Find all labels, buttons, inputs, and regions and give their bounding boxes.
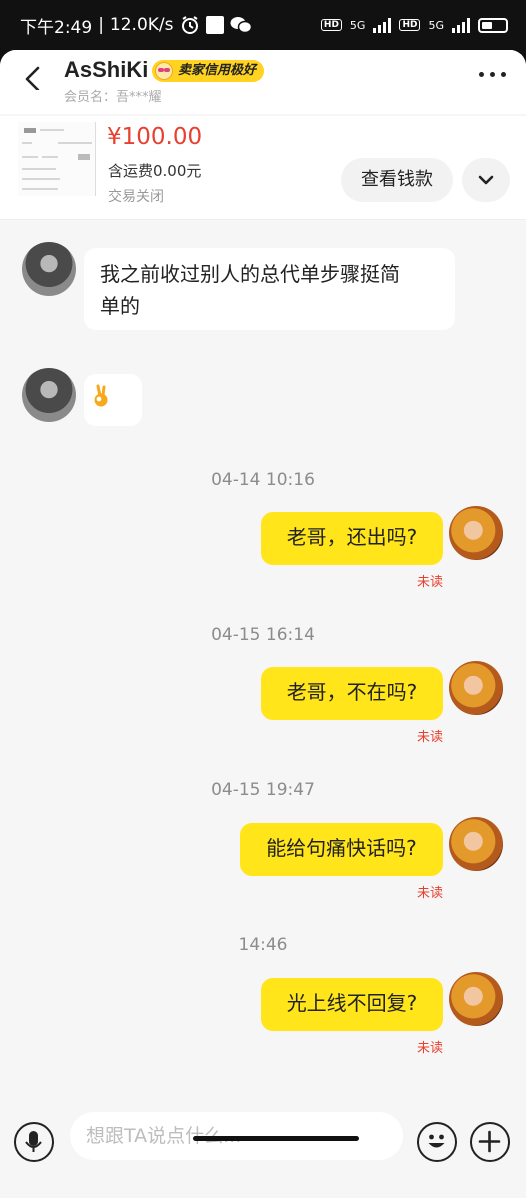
- signal-icon: [373, 17, 392, 33]
- battery-icon: [478, 17, 508, 33]
- status-divider: |: [98, 15, 104, 35]
- chat-screen: AsShiKi 卖家信用极好 会员名：吾***耀 ¥100.00 含运费0.00…: [0, 50, 526, 1198]
- ok-hand-icon: [94, 384, 108, 407]
- badge-label: 卖家信用极好: [178, 63, 257, 78]
- microphone-icon: [25, 1131, 42, 1152]
- trade-status: 交易关闭: [108, 189, 164, 205]
- unread-status: 未读: [417, 886, 444, 901]
- contact-avatar[interactable]: [22, 368, 76, 422]
- signal-icon-2: [452, 17, 470, 33]
- my-avatar[interactable]: [449, 817, 503, 871]
- my-avatar[interactable]: [449, 972, 503, 1026]
- more-actions-button[interactable]: [470, 1122, 510, 1162]
- network-speed: 12.0K/s: [109, 15, 174, 35]
- status-time: 下午2:49: [20, 17, 93, 38]
- status-bar: 下午2:49 | 12.0K/s HD 5G HD 5G: [0, 0, 526, 50]
- timestamp: 04-15 19:47: [211, 780, 315, 800]
- voice-button[interactable]: [14, 1122, 54, 1162]
- hd-icon: HD: [320, 19, 342, 31]
- network-5g-label: 5G: [349, 18, 366, 32]
- wechat-icon: [230, 17, 252, 34]
- product-card[interactable]: ¥100.00 含运费0.00元 交易关闭 查看钱款: [0, 116, 526, 220]
- timestamp: 04-15 16:14: [211, 625, 315, 645]
- timestamp: 14:46: [238, 935, 288, 955]
- contact-avatar[interactable]: [22, 242, 76, 296]
- more-options-icon[interactable]: [479, 72, 506, 77]
- unread-status: 未读: [417, 730, 444, 745]
- seller-credit-badge: 卖家信用极好: [152, 60, 265, 82]
- my-avatar[interactable]: [449, 506, 503, 560]
- back-arrow-icon[interactable]: [22, 66, 46, 90]
- chat-header: AsShiKi 卖家信用极好 会员名：吾***耀: [0, 50, 526, 114]
- expand-button[interactable]: [462, 158, 510, 202]
- message-text-line: 我之前收过别人的总代单步骤挺简: [100, 262, 400, 286]
- member-name: 会员名：吾***耀: [64, 90, 162, 105]
- message-bubble-outgoing[interactable]: 老哥，不在吗?: [261, 667, 443, 720]
- product-thumbnail[interactable]: [18, 122, 96, 196]
- message-bubble-outgoing[interactable]: 光上线不回复?: [261, 978, 443, 1031]
- view-payment-button[interactable]: 查看钱款: [341, 158, 453, 202]
- unread-status: 未读: [417, 575, 444, 590]
- hd-icon-2: HD: [399, 19, 421, 31]
- shipping-fee: 含运费0.00元: [108, 162, 202, 180]
- plus-icon: [478, 1130, 501, 1153]
- home-indicator[interactable]: [193, 1136, 359, 1141]
- message-bubble-incoming[interactable]: 我之前收过别人的总代单步骤挺简 单的: [84, 248, 455, 330]
- alarm-icon: [181, 16, 198, 34]
- message-text-line: 单的: [100, 294, 140, 318]
- timestamp: 04-14 10:16: [211, 470, 315, 490]
- notification-square-icon: [205, 16, 224, 34]
- emoji-button[interactable]: [417, 1122, 457, 1162]
- message-bubble-outgoing[interactable]: 老哥，还出吗?: [261, 512, 443, 565]
- credit-face-icon: [155, 62, 173, 80]
- chevron-down-icon: [478, 175, 494, 185]
- message-bubble-incoming[interactable]: [84, 374, 142, 426]
- status-right: HD 5G HD 5G: [320, 17, 508, 33]
- network-5g-label-2: 5G: [428, 18, 444, 32]
- smiley-icon: [428, 1134, 445, 1148]
- my-avatar[interactable]: [449, 661, 503, 715]
- status-left: 下午2:49 | 12.0K/s: [20, 13, 252, 38]
- product-price: ¥100.00: [107, 124, 203, 150]
- contact-name[interactable]: AsShiKi: [64, 57, 148, 83]
- input-bar: [0, 1094, 526, 1198]
- unread-status: 未读: [417, 1041, 444, 1056]
- message-bubble-outgoing[interactable]: 能给句痛快话吗?: [240, 823, 443, 876]
